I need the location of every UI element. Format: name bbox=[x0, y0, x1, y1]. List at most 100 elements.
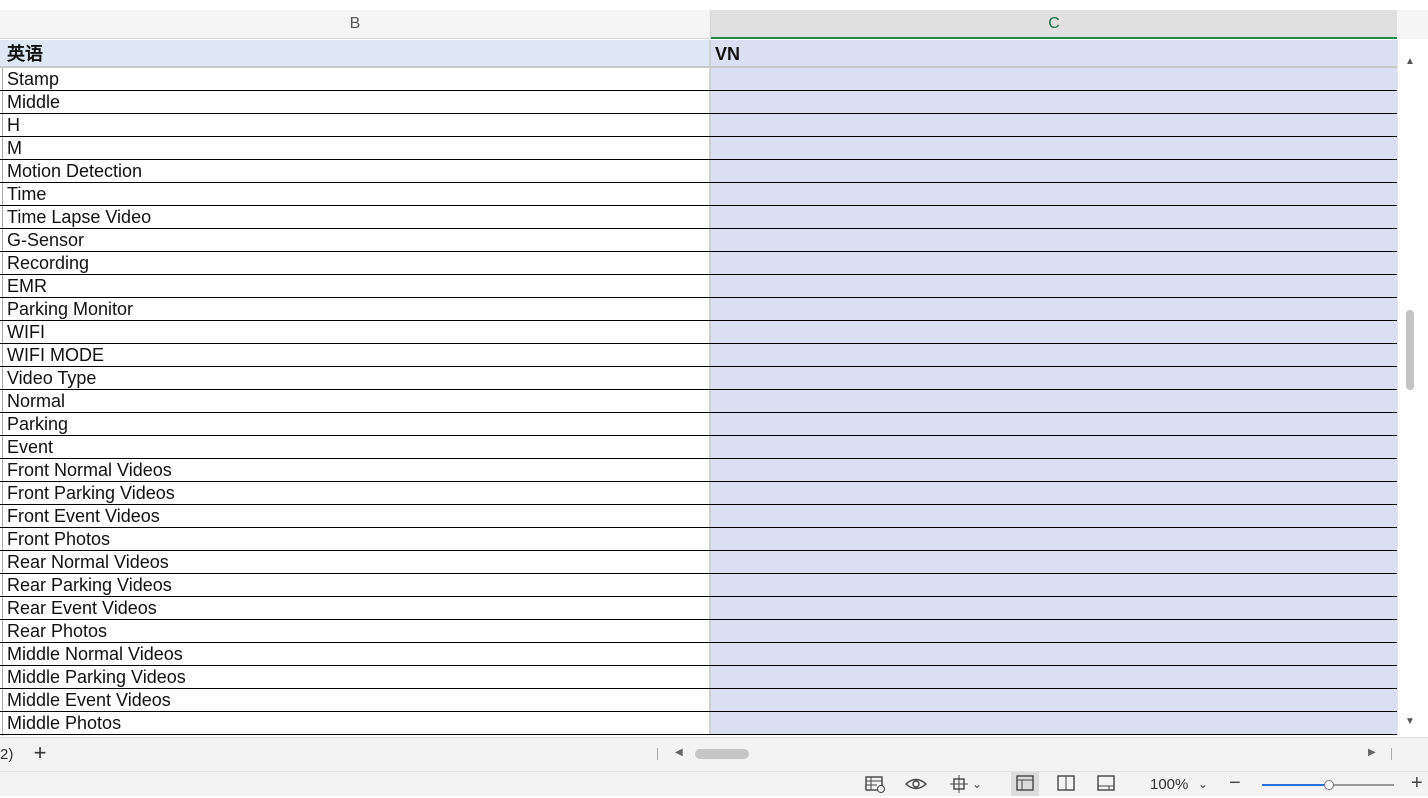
cell-vn[interactable] bbox=[711, 390, 1397, 412]
cell-english[interactable]: Recording bbox=[0, 252, 711, 274]
cell-english[interactable]: WIFI MODE bbox=[0, 344, 711, 366]
table-row: Motion Detection bbox=[0, 160, 1397, 183]
cell-vn[interactable] bbox=[711, 114, 1397, 136]
cell-english[interactable]: Motion Detection bbox=[0, 160, 711, 182]
table-row: Rear Event Videos bbox=[0, 597, 1397, 620]
cell-vn[interactable] bbox=[711, 597, 1397, 619]
table-row: H bbox=[0, 114, 1397, 137]
cell-english[interactable]: Video Type bbox=[0, 367, 711, 389]
cell-vn[interactable] bbox=[711, 91, 1397, 113]
add-sheet-button[interactable]: + bbox=[30, 740, 50, 766]
table-row: G-Sensor bbox=[0, 229, 1397, 252]
cell-vn[interactable] bbox=[711, 551, 1397, 573]
cell-english[interactable]: WIFI bbox=[0, 321, 711, 343]
cell-vn[interactable] bbox=[711, 160, 1397, 182]
cell-english[interactable]: Stamp bbox=[0, 68, 711, 90]
cell-english[interactable]: Time bbox=[0, 183, 711, 205]
cell-vn[interactable] bbox=[711, 620, 1397, 642]
scroll-end-divider bbox=[1391, 748, 1392, 760]
cell-english[interactable]: Rear Normal Videos bbox=[0, 551, 711, 573]
zoom-in-icon[interactable]: + bbox=[1411, 772, 1423, 795]
zoom-slider-fill bbox=[1262, 784, 1328, 786]
table-row: Time Lapse Video bbox=[0, 206, 1397, 229]
cell-english[interactable]: Front Photos bbox=[0, 528, 711, 550]
cell-english[interactable]: Rear Parking Videos bbox=[0, 574, 711, 596]
cell-vn[interactable] bbox=[711, 183, 1397, 205]
horizontal-scroll-thumb[interactable] bbox=[695, 749, 749, 759]
scroll-left-icon[interactable]: ◀ bbox=[675, 747, 683, 758]
zoom-level[interactable]: 100% bbox=[1150, 776, 1188, 793]
column-header-b[interactable]: B bbox=[0, 10, 711, 39]
cell-vn[interactable] bbox=[711, 344, 1397, 366]
vertical-scrollbar[interactable]: ▲ ▼ bbox=[1397, 40, 1428, 736]
cell-english[interactable]: EMR bbox=[0, 275, 711, 297]
cell-vn[interactable] bbox=[711, 275, 1397, 297]
spreadsheet-grid[interactable]: 英语 VN Stamp Middle H M Motion Detection Time T… bbox=[0, 40, 1397, 735]
cell-english[interactable]: Front Event Videos bbox=[0, 505, 711, 527]
cell-vn[interactable] bbox=[711, 252, 1397, 274]
cell-english[interactable]: H bbox=[0, 114, 711, 136]
table-row: Front Parking Videos bbox=[0, 482, 1397, 505]
table-row: Front Event Videos bbox=[0, 505, 1397, 528]
scroll-right-icon[interactable]: ▶ bbox=[1368, 747, 1376, 758]
cell-english[interactable]: Front Normal Videos bbox=[0, 459, 711, 481]
cell-english[interactable]: Parking bbox=[0, 413, 711, 435]
normal-view-icon[interactable] bbox=[1016, 775, 1034, 796]
cell-vn[interactable] bbox=[711, 574, 1397, 596]
cell-vn[interactable] bbox=[711, 689, 1397, 711]
cell-vn[interactable] bbox=[711, 459, 1397, 481]
cell-english[interactable]: Time Lapse Video bbox=[0, 206, 711, 228]
cell-english[interactable]: Event bbox=[0, 436, 711, 458]
table-row: Parking Monitor bbox=[0, 298, 1397, 321]
cell-english[interactable]: Normal bbox=[0, 390, 711, 412]
cell-vn[interactable] bbox=[711, 643, 1397, 665]
table-row: Rear Parking Videos bbox=[0, 574, 1397, 597]
table-row: Middle Parking Videos bbox=[0, 666, 1397, 689]
cell-english[interactable]: Rear Event Videos bbox=[0, 597, 711, 619]
cell-vn[interactable] bbox=[711, 528, 1397, 550]
page-break-view-icon[interactable] bbox=[1057, 775, 1075, 796]
table-row: Front Photos bbox=[0, 528, 1397, 551]
vertical-scroll-thumb[interactable] bbox=[1406, 310, 1414, 390]
cell-english[interactable]: Parking Monitor bbox=[0, 298, 711, 320]
column-header-end bbox=[1397, 10, 1428, 39]
table-row: Middle bbox=[0, 91, 1397, 114]
zoom-dropdown-icon[interactable]: ⌄ bbox=[1198, 777, 1208, 791]
scroll-up-icon[interactable]: ▲ bbox=[1405, 56, 1415, 67]
table-row: Rear Normal Videos bbox=[0, 551, 1397, 574]
table-row: Time bbox=[0, 183, 1397, 206]
cell-english[interactable]: Middle Normal Videos bbox=[0, 643, 711, 665]
cell-vn[interactable] bbox=[711, 666, 1397, 688]
cell-english[interactable]: Middle Photos bbox=[0, 712, 711, 734]
cell-vn[interactable] bbox=[711, 68, 1397, 90]
cell-english[interactable]: Middle Parking Videos bbox=[0, 666, 711, 688]
chevron-down-icon[interactable]: ⌄ bbox=[972, 777, 982, 791]
cell-vn[interactable] bbox=[711, 436, 1397, 458]
header-cell-english[interactable]: 英语 bbox=[0, 40, 711, 66]
cell-vn[interactable] bbox=[711, 482, 1397, 504]
cell-vn[interactable] bbox=[711, 298, 1397, 320]
cell-english[interactable]: Rear Photos bbox=[0, 620, 711, 642]
cell-vn[interactable] bbox=[711, 505, 1397, 527]
zoom-slider-handle[interactable] bbox=[1324, 780, 1334, 790]
cell-vn[interactable] bbox=[711, 367, 1397, 389]
cell-english[interactable]: G-Sensor bbox=[0, 229, 711, 251]
cell-english[interactable]: M bbox=[0, 137, 711, 159]
tab-divider bbox=[657, 748, 658, 760]
scroll-down-icon[interactable]: ▼ bbox=[1405, 716, 1415, 727]
table-row: Middle Normal Videos bbox=[0, 643, 1397, 666]
cell-english[interactable]: Middle Event Videos bbox=[0, 689, 711, 711]
cell-vn[interactable] bbox=[711, 137, 1397, 159]
cell-english[interactable]: Middle bbox=[0, 91, 711, 113]
cell-vn[interactable] bbox=[711, 712, 1397, 734]
sheet-tab-fragment[interactable]: 2) bbox=[0, 746, 13, 763]
zoom-out-icon[interactable]: − bbox=[1229, 772, 1241, 795]
cell-english[interactable]: Front Parking Videos bbox=[0, 482, 711, 504]
cell-vn[interactable] bbox=[711, 413, 1397, 435]
cell-vn[interactable] bbox=[711, 206, 1397, 228]
cell-vn[interactable] bbox=[711, 229, 1397, 251]
header-cell-vn[interactable]: VN bbox=[711, 40, 1397, 66]
column-header-c[interactable]: C bbox=[711, 10, 1397, 39]
cell-vn[interactable] bbox=[711, 321, 1397, 343]
page-layout-view-icon[interactable] bbox=[1097, 775, 1115, 796]
